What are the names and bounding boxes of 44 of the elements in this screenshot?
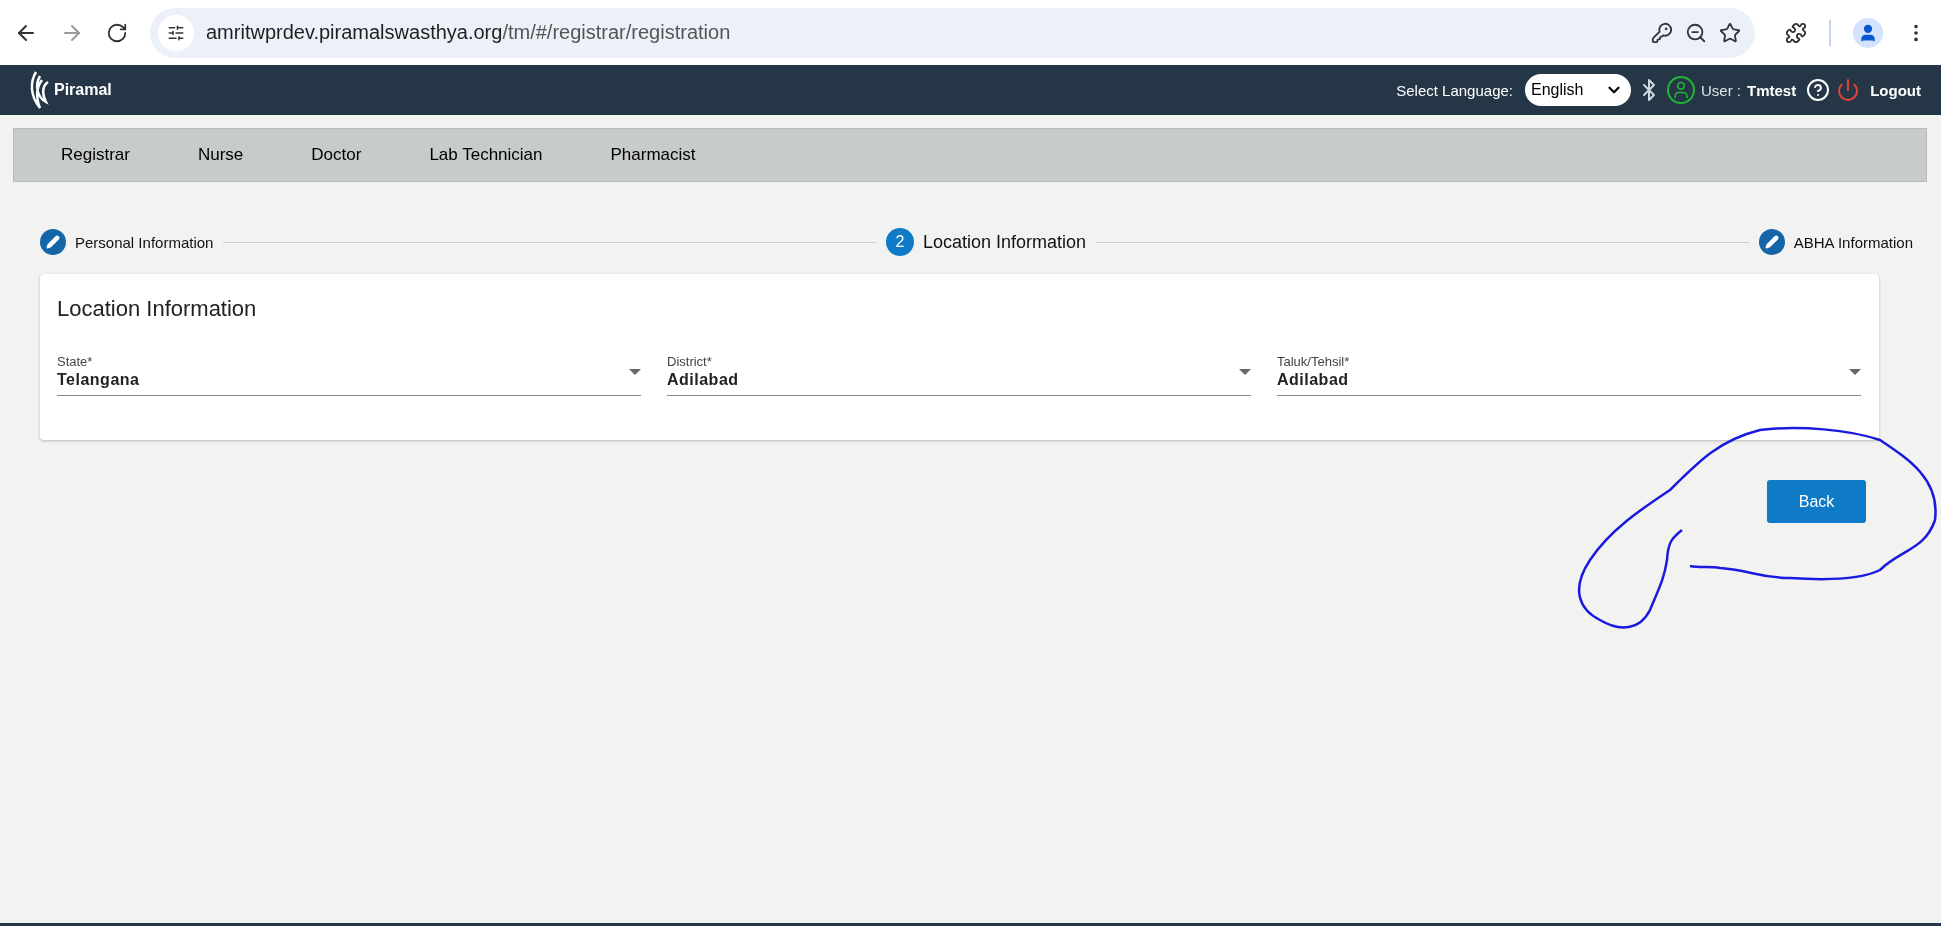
- field-value: Adilabad: [1277, 371, 1350, 389]
- language-label: Select Language:: [1396, 81, 1513, 99]
- field-value: Telangana: [57, 371, 141, 389]
- user-label: User :: [1701, 81, 1741, 99]
- field-label: State*: [57, 354, 94, 369]
- language-select[interactable]: English: [1525, 74, 1631, 106]
- select-field[interactable]: District* Adilabad: [667, 354, 1251, 396]
- step-number[interactable]: 2: [886, 228, 915, 256]
- help-icon[interactable]: [1806, 78, 1831, 102]
- select-field[interactable]: Taluk/Tehsil* Adilabad: [1277, 354, 1861, 396]
- brand-name: Piramal: [54, 81, 112, 99]
- role-menu-item[interactable]: Nurse: [183, 145, 258, 165]
- role-menu-item[interactable]: Pharmacist: [596, 145, 710, 165]
- site-settings-icon[interactable]: [158, 14, 194, 51]
- field-value: Adilabad: [667, 371, 740, 389]
- dropdown-caret-icon: [1849, 369, 1861, 375]
- field-label: District*: [667, 354, 713, 369]
- role-menu-item[interactable]: Doctor: [297, 145, 376, 165]
- select-field[interactable]: State* Telangana: [57, 354, 641, 396]
- address-bar[interactable]: amritwprdev.piramalswasthya.org/tm/#/registrar/registration: [150, 7, 1755, 58]
- step-label[interactable]: Personal Information: [75, 233, 214, 251]
- step-label[interactable]: ABHA Information: [1793, 233, 1913, 251]
- edit-step-icon[interactable]: [40, 229, 66, 255]
- role-menu-item[interactable]: Registrar: [47, 145, 144, 165]
- role-menu-item[interactable]: Lab Technician: [415, 145, 557, 165]
- zoom-out-icon[interactable]: [1685, 21, 1707, 44]
- user-name: Tmtest: [1747, 81, 1797, 99]
- step-label[interactable]: Location Information: [923, 231, 1087, 253]
- logout-link[interactable]: Logout: [1870, 81, 1921, 99]
- reload-icon[interactable]: [106, 21, 128, 44]
- dropdown-caret-icon: [1239, 369, 1251, 375]
- back-button[interactable]: Back: [1767, 480, 1866, 523]
- url-text: amritwprdev.piramalswasthya.org/tm/#/registrar/registration: [206, 21, 732, 44]
- profile-avatar-icon[interactable]: [1853, 17, 1883, 48]
- dropdown-caret-icon: [629, 369, 641, 375]
- key-icon[interactable]: [1651, 21, 1673, 44]
- star-icon[interactable]: [1719, 21, 1741, 44]
- power-icon[interactable]: [1836, 78, 1861, 102]
- logo-icon: [28, 70, 50, 110]
- edit-step-icon[interactable]: [1758, 229, 1785, 255]
- field-label: Taluk/Tehsil*: [1277, 354, 1351, 369]
- user-icon: [1667, 76, 1695, 104]
- extensions-icon[interactable]: [1785, 21, 1807, 44]
- card-title: Location Information: [57, 296, 258, 322]
